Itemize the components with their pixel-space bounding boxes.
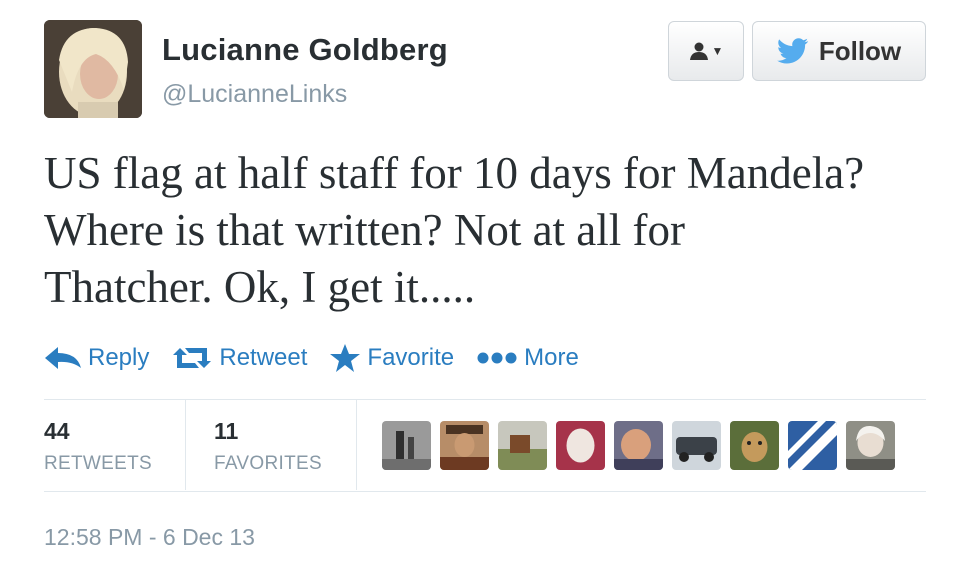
favorites-stat[interactable]: 11 FAVORITES — [214, 418, 322, 475]
favoriter-avatars — [382, 421, 895, 470]
author-avatar-image — [44, 20, 142, 118]
tweet-line: US flag at half staff for 10 days for Ma… — [44, 148, 865, 198]
star-icon — [330, 344, 361, 372]
favoriter-avatar[interactable] — [614, 421, 663, 470]
user-actions-button[interactable]: ▼ — [668, 21, 744, 81]
twitter-bird-icon — [776, 38, 809, 64]
reply-button[interactable]: Reply — [44, 344, 149, 372]
retweet-icon — [173, 348, 212, 368]
favoriter-avatar[interactable] — [730, 421, 779, 470]
person-icon — [689, 42, 708, 60]
follow-button[interactable]: Follow — [752, 21, 926, 81]
author-name[interactable]: Lucianne Goldberg — [162, 32, 448, 68]
stat-divider — [356, 400, 357, 490]
more-label: More — [524, 344, 579, 371]
chevron-down-icon: ▼ — [711, 44, 724, 58]
divider — [44, 399, 926, 400]
retweet-button[interactable]: Retweet — [171, 344, 307, 372]
favorite-button[interactable]: Favorite — [329, 343, 454, 373]
retweets-label: RETWEETS — [44, 453, 152, 474]
favoriter-avatar[interactable] — [846, 421, 895, 470]
follow-label: Follow — [818, 35, 902, 66]
author-avatar[interactable] — [44, 20, 142, 118]
more-button[interactable]: More — [476, 344, 579, 372]
favoriter-avatar[interactable] — [556, 421, 605, 470]
tweet-timestamp[interactable]: 12:58 PM - 6 Dec 13 — [44, 524, 255, 551]
tweet-line: Where is that written? Not at all for — [44, 205, 686, 255]
divider — [44, 491, 926, 492]
favorites-label: FAVORITES — [214, 453, 322, 474]
favoriter-avatar[interactable] — [788, 421, 837, 470]
author-handle[interactable]: @LucianneLinks — [162, 80, 347, 109]
reply-label: Reply — [88, 344, 150, 371]
more-dots-icon — [477, 352, 517, 364]
stat-divider — [185, 400, 186, 490]
favoriter-avatar[interactable] — [440, 421, 489, 470]
favoriter-avatar[interactable] — [382, 421, 431, 470]
retweet-label: Retweet — [219, 344, 308, 371]
retweets-count: 44 — [44, 418, 70, 444]
favorite-label: Favorite — [367, 344, 455, 371]
retweets-stat[interactable]: 44 RETWEETS — [44, 418, 152, 475]
reply-icon — [45, 347, 81, 369]
favoriter-avatar[interactable] — [498, 421, 547, 470]
tweet-line: Thatcher. Ok, I get it..... — [44, 262, 476, 312]
tweet-actions: Reply Retweet Favorite More — [44, 338, 601, 378]
tweet-text: US flag at half staff for 10 days for Ma… — [44, 145, 944, 316]
favorites-count: 11 — [214, 418, 239, 444]
favoriter-avatar[interactable] — [672, 421, 721, 470]
